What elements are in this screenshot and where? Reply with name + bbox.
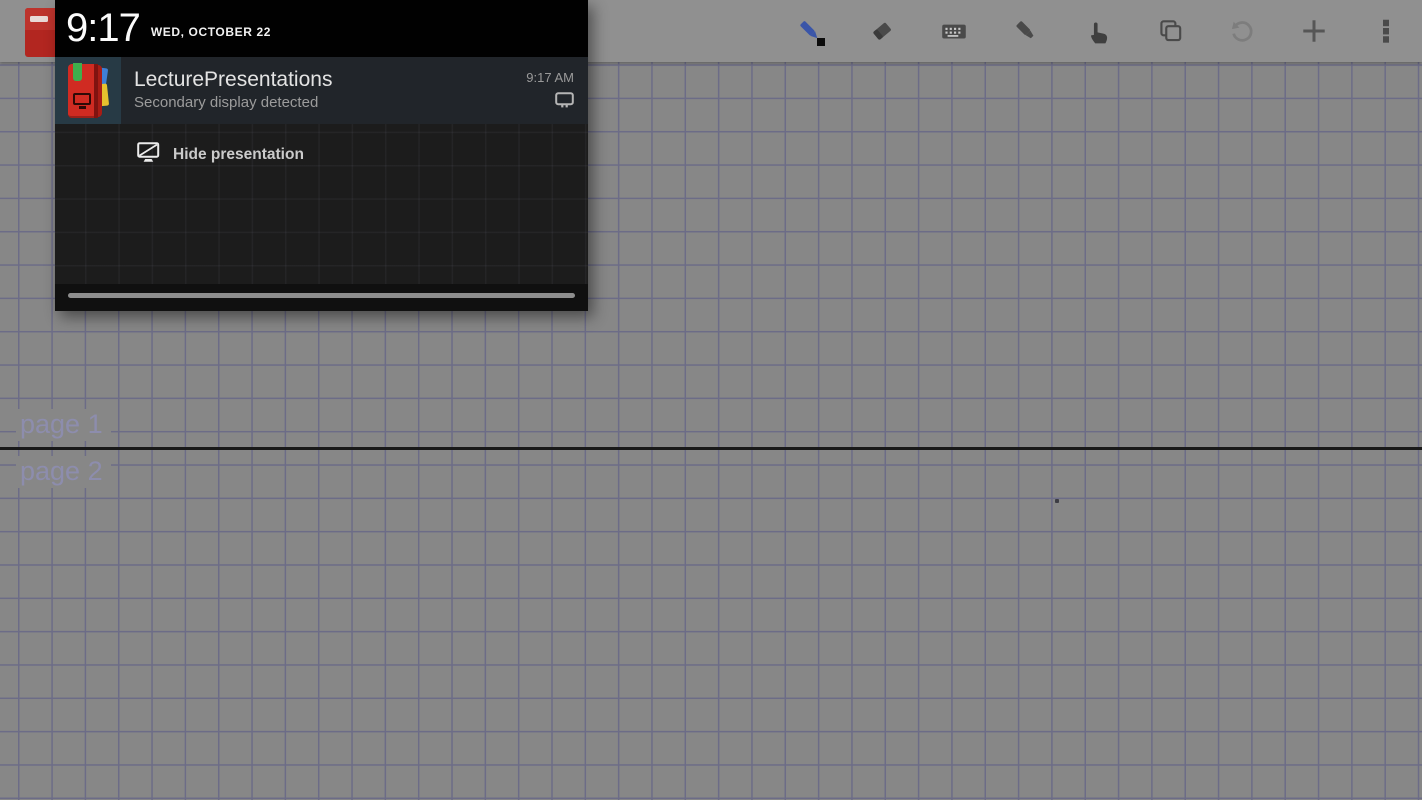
add-page-button[interactable] — [1278, 0, 1350, 62]
clock-time: 9:17 — [66, 6, 141, 50]
pages-tool-button[interactable] — [1134, 0, 1206, 62]
marker-icon — [1011, 16, 1041, 46]
hide-presentation-icon — [137, 142, 160, 168]
pen-tool-button[interactable] — [774, 0, 846, 62]
marker-tool-button[interactable] — [990, 0, 1062, 62]
undo-button[interactable] — [1206, 0, 1278, 62]
red-notebook-with-display-icon — [65, 62, 111, 119]
external-display-icon — [555, 92, 574, 112]
hand-tool-button[interactable] — [1062, 0, 1134, 62]
page-2-label: page 2 — [16, 456, 111, 488]
android-tablet-screen: page 1 page 2 9:17 WED, OCTOBER 22 Lectu… — [0, 0, 1422, 800]
eraser-tool-button[interactable] — [846, 0, 918, 62]
page-1-label: page 1 — [16, 409, 111, 441]
page-divider-line — [0, 447, 1422, 450]
keyboard-icon — [939, 16, 969, 46]
notification-body: LecturePresentations Secondary display d… — [121, 57, 526, 124]
toolbar-tools — [774, 0, 1422, 62]
notification-shade: 9:17 WED, OCTOBER 22 LecturePresentation… — [55, 0, 588, 311]
notification-row[interactable]: LecturePresentations Secondary display d… — [55, 57, 588, 124]
shade-header: 9:17 WED, OCTOBER 22 — [55, 0, 588, 57]
hide-presentation-action[interactable]: Hide presentation — [55, 140, 588, 170]
overflow-menu-button[interactable] — [1350, 0, 1422, 62]
notification-app-icon-tile — [55, 57, 121, 124]
keyboard-tool-button[interactable] — [918, 0, 990, 62]
notebook-icon-label — [30, 16, 48, 22]
clock-date: WED, OCTOBER 22 — [150, 25, 271, 39]
undo-icon — [1227, 16, 1257, 46]
notification-card: LecturePresentations Secondary display d… — [55, 57, 588, 311]
pen-color-swatch — [817, 38, 825, 46]
pages-icon — [1155, 16, 1185, 46]
notification-meta: 9:17 AM — [526, 57, 588, 124]
plus-icon — [1299, 16, 1329, 46]
eraser-icon — [867, 16, 897, 46]
hand-pointer-icon — [1083, 16, 1113, 46]
overflow-menu-icon — [1371, 16, 1401, 46]
notification-message: Secondary display detected — [134, 94, 319, 111]
notification-title: LecturePresentations — [134, 68, 333, 91]
ink-dot — [1055, 499, 1059, 503]
shade-footer — [55, 284, 588, 311]
notification-time: 9:17 AM — [526, 70, 574, 85]
shade-drag-handle[interactable] — [68, 293, 575, 298]
hide-presentation-label: Hide presentation — [173, 146, 304, 163]
